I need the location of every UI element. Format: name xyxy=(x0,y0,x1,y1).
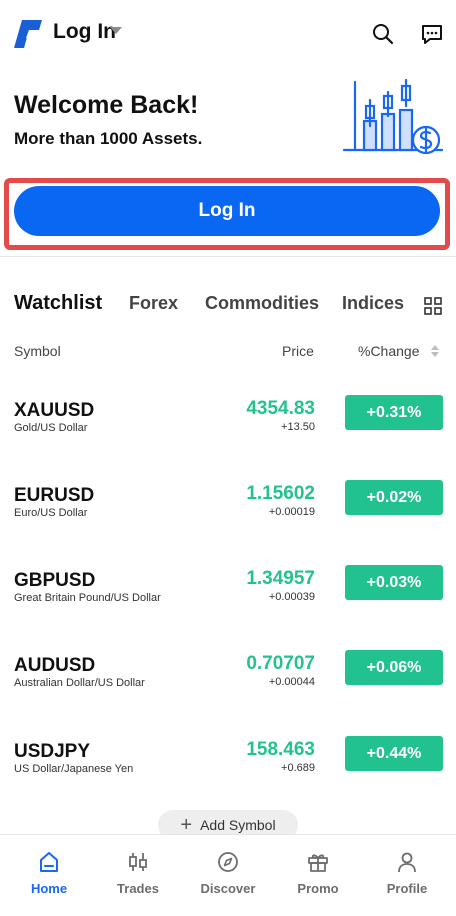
compass-icon xyxy=(218,852,238,872)
row-delta: +0.00039 xyxy=(268,591,315,603)
nav-trades[interactable]: Trades xyxy=(103,835,173,916)
nav-label: Trades xyxy=(117,881,159,896)
row-description: Euro/US Dollar xyxy=(14,507,88,519)
add-symbol-label: Add Symbol xyxy=(200,817,276,833)
watchlist-row-xauusd[interactable]: XAUUSD Gold/US Dollar 4354.83 +13.50 +0.… xyxy=(0,395,456,486)
nav-discover[interactable]: Discover xyxy=(193,835,263,916)
nav-profile[interactable]: Profile xyxy=(372,835,442,916)
row-delta: +0.00044 xyxy=(268,676,315,688)
top-bar: Log In xyxy=(0,0,456,66)
nav-home[interactable]: Home xyxy=(14,835,84,916)
candlestick-chart-icon xyxy=(342,78,444,155)
chevron-down-icon[interactable] xyxy=(110,27,122,34)
tab-indices[interactable]: Indices xyxy=(342,293,404,314)
row-price: 0.70707 xyxy=(246,653,315,674)
nav-promo[interactable]: Promo xyxy=(283,835,353,916)
nav-label: Discover xyxy=(200,881,256,896)
row-description: Australian Dollar/US Dollar xyxy=(14,677,145,689)
tab-commodities[interactable]: Commodities xyxy=(205,293,319,314)
row-symbol: EURUSD xyxy=(14,485,95,506)
row-price: 1.15602 xyxy=(246,483,315,504)
row-change-badge[interactable]: +0.31% xyxy=(345,395,443,430)
row-description: Great Britain Pound/US Dollar xyxy=(14,592,161,604)
row-symbol: XAUUSD xyxy=(14,400,95,421)
row-description: Gold/US Dollar xyxy=(14,422,88,434)
watchlist-row-audusd[interactable]: AUDUSD Australian Dollar/US Dollar 0.707… xyxy=(0,650,456,741)
login-button[interactable]: Log In xyxy=(14,186,440,236)
column-change[interactable]: %Change xyxy=(358,343,420,359)
row-price: 1.34957 xyxy=(246,568,315,589)
row-symbol: USDJPY xyxy=(14,741,91,762)
column-price: Price xyxy=(282,343,314,359)
trades-icon xyxy=(129,853,147,871)
welcome-subtitle: More than 1000 Assets. xyxy=(14,129,203,148)
nav-label: Profile xyxy=(386,881,428,896)
profile-icon xyxy=(398,852,416,873)
nav-label: Home xyxy=(30,881,68,896)
tab-watchlist[interactable]: Watchlist xyxy=(14,292,102,315)
category-tabs: Watchlist Forex Commodities Indices xyxy=(0,292,456,321)
sort-icon[interactable] xyxy=(430,343,440,359)
search-icon[interactable] xyxy=(371,22,395,46)
divider xyxy=(0,256,456,257)
watchlist-row-eurusd[interactable]: EURUSD Euro/US Dollar 1.15602 +0.00019 +… xyxy=(0,480,456,571)
bottom-navigation: Home Trades Discover Promo Profile xyxy=(0,834,456,916)
watchlist-row-gbpusd[interactable]: GBPUSD Great Britain Pound/US Dollar 1.3… xyxy=(0,565,456,656)
login-dropdown-title[interactable]: Log In xyxy=(53,20,116,44)
row-delta: +0.00019 xyxy=(268,506,315,518)
row-change-badge[interactable]: +0.44% xyxy=(345,736,443,771)
row-price: 158.463 xyxy=(246,739,315,760)
grid-icon[interactable] xyxy=(424,297,442,315)
plus-icon: + xyxy=(180,814,193,836)
row-price: 4354.83 xyxy=(246,398,315,419)
row-change-badge[interactable]: +0.02% xyxy=(345,480,443,515)
row-symbol: AUDUSD xyxy=(14,655,96,676)
row-change-badge[interactable]: +0.03% xyxy=(345,565,443,600)
welcome-title: Welcome Back! xyxy=(14,91,199,119)
row-delta: +13.50 xyxy=(281,421,315,433)
gift-icon xyxy=(308,854,328,872)
message-icon[interactable] xyxy=(420,22,444,46)
home-icon xyxy=(40,852,58,872)
brand-logo-icon[interactable] xyxy=(12,18,44,50)
tab-forex[interactable]: Forex xyxy=(129,293,178,314)
row-symbol: GBPUSD xyxy=(14,570,96,591)
row-description: US Dollar/Japanese Yen xyxy=(14,763,134,775)
column-symbol: Symbol xyxy=(14,343,61,359)
nav-label: Promo xyxy=(297,881,339,896)
row-change-badge[interactable]: +0.06% xyxy=(345,650,443,685)
row-delta: +0.689 xyxy=(281,762,315,774)
